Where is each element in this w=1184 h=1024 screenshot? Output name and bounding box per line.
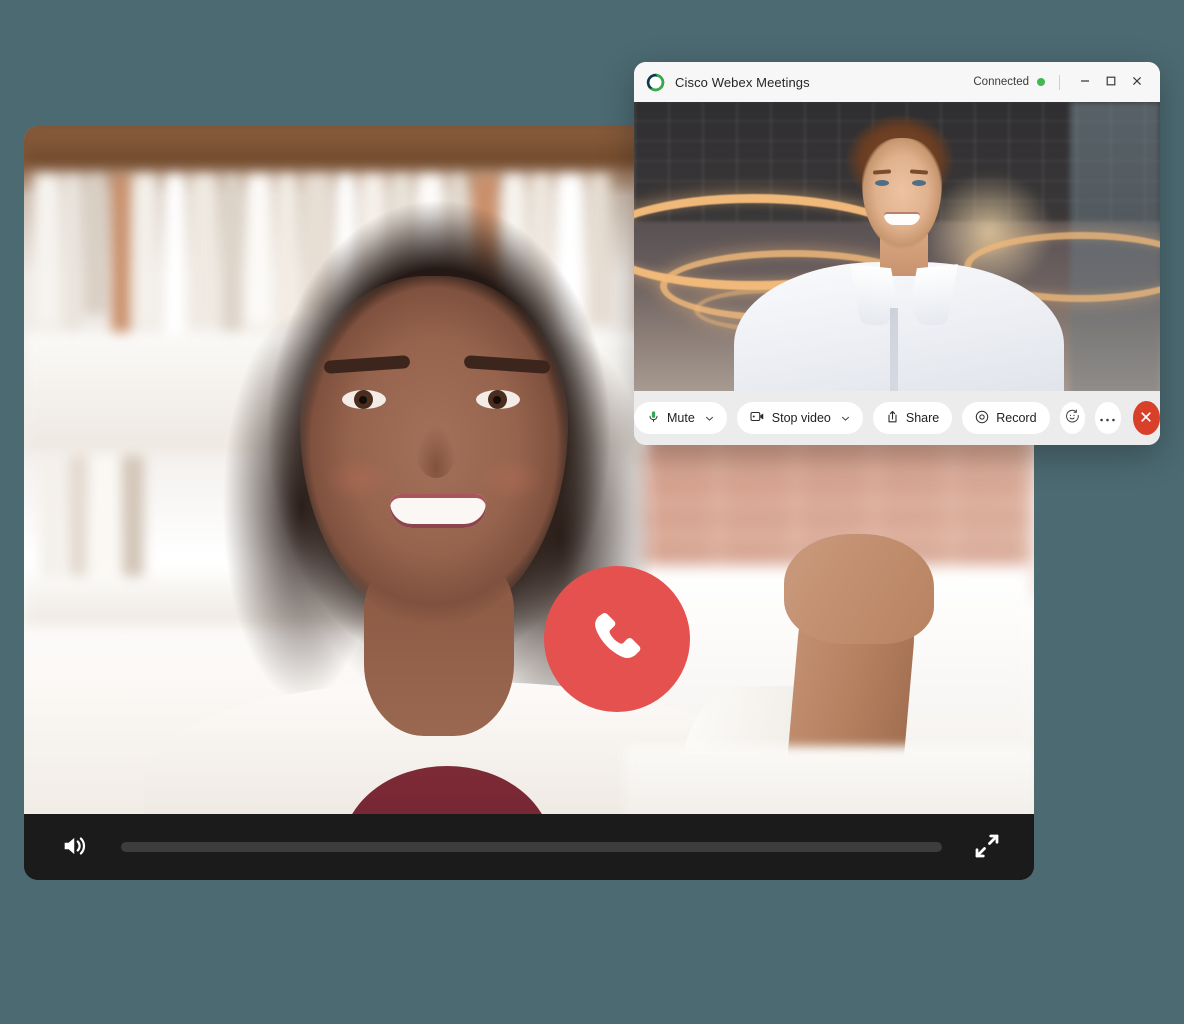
status-dot-icon — [1037, 78, 1045, 86]
fullscreen-button[interactable] — [964, 824, 1010, 870]
close-button[interactable] — [1124, 69, 1150, 95]
close-x-icon — [1139, 410, 1153, 427]
minimize-icon — [1079, 75, 1091, 90]
phone-handset-icon — [584, 606, 650, 672]
more-ellipsis-icon — [1099, 411, 1116, 426]
progress-seek-bar[interactable] — [121, 842, 942, 852]
video-camera-icon — [750, 410, 765, 426]
webex-window-title: Cisco Webex Meetings — [675, 74, 810, 90]
more-options-button[interactable] — [1095, 402, 1121, 434]
connection-status-label: Connected — [973, 76, 1029, 88]
reactions-button[interactable] — [1059, 402, 1086, 434]
fullscreen-expand-icon — [972, 831, 1002, 864]
maximize-icon — [1105, 75, 1117, 90]
titlebar-divider — [1059, 74, 1060, 90]
webex-logo-icon — [646, 73, 665, 92]
webex-toolbar: Mute Stop video Share Record — [634, 391, 1160, 445]
webex-meetings-window: Cisco Webex Meetings Connected Mute Stop… — [634, 62, 1160, 445]
webex-video-stage[interactable] — [634, 102, 1160, 391]
stop-video-label: Stop video — [771, 411, 831, 425]
record-label: Record — [996, 411, 1037, 425]
share-label: Share — [905, 411, 940, 425]
record-circle-icon — [975, 410, 989, 427]
call-button[interactable] — [544, 566, 690, 712]
mute-button[interactable]: Mute — [634, 402, 727, 434]
record-button[interactable]: Record — [962, 402, 1050, 434]
chevron-down-icon[interactable] — [841, 414, 850, 423]
share-upload-icon — [886, 410, 899, 427]
webex-title-bar: Cisco Webex Meetings Connected — [634, 62, 1160, 102]
volume-button[interactable] — [51, 824, 97, 870]
stop-video-button[interactable]: Stop video — [736, 402, 863, 434]
minimize-button[interactable] — [1072, 69, 1098, 95]
share-button[interactable]: Share — [872, 402, 953, 434]
close-icon — [1131, 75, 1143, 90]
connection-status: Connected — [973, 76, 1045, 88]
end-call-button[interactable] — [1132, 401, 1160, 435]
smiley-reaction-icon — [1065, 409, 1080, 427]
speaker-volume-icon — [59, 832, 89, 863]
maximize-button[interactable] — [1098, 69, 1124, 95]
chevron-down-icon[interactable] — [705, 414, 714, 423]
microphone-icon — [647, 410, 660, 426]
mute-label: Mute — [667, 411, 695, 425]
player-control-bar — [24, 814, 1034, 880]
